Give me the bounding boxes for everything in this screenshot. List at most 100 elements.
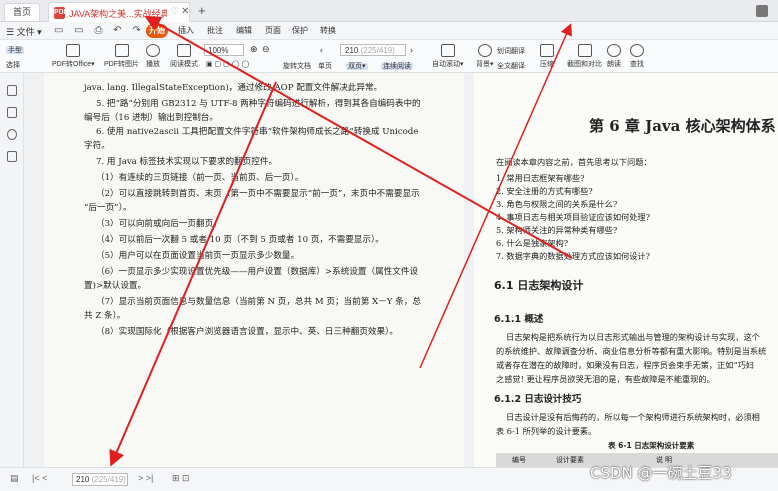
thumbnail-icon[interactable] bbox=[7, 107, 17, 118]
watermark: CSDN @一碗土豆33 bbox=[590, 464, 732, 482]
zoom-out-icon[interactable]: ⊖ bbox=[262, 44, 270, 55]
left-line: “后一页”）。 bbox=[84, 203, 132, 213]
pdf-page-left: java. lang. IllegalStateException)，通过修改 … bbox=[44, 73, 464, 467]
tab-bar: 首页 PDF JAVA架构之美...实战经典.pdf ♡ ✕ + bbox=[0, 0, 778, 22]
section-heading-6-1-2: 6.1.2 日志设计技巧 bbox=[494, 394, 582, 405]
hand-tool-label: 手型 bbox=[6, 47, 24, 54]
zoom-in-icon[interactable]: ⊕ bbox=[250, 44, 258, 55]
pdf-to-office-button[interactable]: PDF转Office▾ bbox=[52, 44, 95, 69]
left-line: 7. 用 Java 标签技术实现以下要求的翻页控件。 bbox=[96, 157, 278, 167]
background-label: 背景▾ bbox=[476, 61, 494, 68]
menu-annotate[interactable]: 批注 bbox=[207, 25, 223, 36]
double-page-button[interactable]: 双页▾ bbox=[346, 61, 368, 71]
capture-compare-label: 截图和对比 bbox=[567, 61, 602, 68]
menu-edit[interactable]: 编辑 bbox=[236, 25, 252, 36]
menu-start[interactable]: 开始 bbox=[146, 24, 168, 38]
question-item: 6. 什么是独家架构? bbox=[496, 238, 569, 248]
document-viewer[interactable]: java. lang. IllegalStateException)，通过修改 … bbox=[24, 73, 778, 467]
quick-access-toolbar[interactable]: ▭ ▭ ⎙ ↶ ↷ ▾ bbox=[54, 25, 161, 36]
question-item: 7. 数据字典的数据处理方式应该如何设计? bbox=[496, 251, 650, 261]
question-item: 2. 安全注册的方式有哪些? bbox=[496, 186, 593, 196]
compress-icon bbox=[540, 44, 554, 57]
status-page-total: (225/419) bbox=[91, 475, 126, 484]
left-line: 5. 把“路”分别用 GB2312 与 UTF-8 两种字符编码进行解析，得到其… bbox=[96, 99, 421, 109]
body-line: 日志设计是没有后悔药的，所以每一个架构师进行系统架构时，必须相 bbox=[506, 412, 760, 422]
continuous-reading-label: 连续阅读 bbox=[381, 63, 413, 70]
table-caption: 表 6-1 日志架构设计要素 bbox=[608, 441, 695, 450]
pdf-to-office-label: PDF转Office▾ bbox=[52, 61, 95, 68]
next-page-icon[interactable]: › bbox=[410, 45, 413, 55]
compress-label: 压缩 bbox=[540, 61, 554, 68]
auto-scroll-button[interactable]: 自动滚动▾ bbox=[432, 44, 464, 69]
status-next-nav[interactable]: > >| bbox=[138, 473, 153, 483]
left-line: （5）用户可以在页面设置当前页一页显示多少数量。 bbox=[96, 251, 300, 261]
left-sidebar bbox=[0, 73, 24, 467]
continuous-reading-button[interactable]: 连续阅读 bbox=[381, 61, 413, 71]
file-menu[interactable]: ☰ 文件 ▾ bbox=[6, 25, 42, 38]
body-line: 的系统维护、故障调查分析、商业信息分析等都有重大影响。特别是当系统 bbox=[496, 346, 767, 356]
prev-page-icon[interactable]: ‹ bbox=[320, 45, 323, 55]
tab-document[interactable]: PDF JAVA架构之美...实战经典.pdf ♡ ✕ bbox=[48, 2, 190, 22]
rotate-document-button[interactable]: 旋转文档 bbox=[283, 61, 311, 71]
find-label: 查找 bbox=[630, 61, 644, 68]
pdf-file-icon: PDF bbox=[54, 7, 68, 19]
translate-full-button[interactable]: 全文翻译 bbox=[497, 61, 525, 71]
tab-home[interactable]: 首页 bbox=[4, 3, 40, 21]
left-line: （6）一页显示多少实现设置优先级——用户设置（数据库）>系统设置（属性文件设 bbox=[96, 267, 419, 277]
question-item: 4. 事项日志与相关项目验证应该如何处理? bbox=[496, 212, 650, 222]
read-aloud-label: 朗读 bbox=[607, 61, 621, 68]
left-line: 编号后（16 进制）输出到控制台。 bbox=[84, 113, 218, 123]
status-page-current: 210 bbox=[76, 475, 90, 484]
annotation-icon[interactable] bbox=[7, 151, 17, 162]
window-menu-icon[interactable] bbox=[756, 5, 768, 17]
attachment-icon[interactable] bbox=[7, 129, 17, 140]
single-page-button[interactable]: 单页 bbox=[318, 61, 332, 71]
status-prev-nav[interactable]: |< < bbox=[32, 473, 47, 483]
menu-protect[interactable]: 保护 bbox=[292, 25, 308, 36]
ribbon-toolbar: 手型 选择 PDF转Office▾ PDF转图片 播放 阅读模式 100% ⊕ … bbox=[0, 40, 778, 73]
find-button[interactable]: 查找 bbox=[630, 44, 644, 69]
read-mode-button[interactable]: 阅读模式 bbox=[170, 44, 198, 69]
left-line: （4）可以前后一次翻 5 或者 10 页（不到 5 页或者 10 页，不需要显示… bbox=[96, 235, 384, 245]
pdf-to-office-icon bbox=[66, 44, 81, 57]
capture-compare-button[interactable]: 截图和对比 bbox=[567, 44, 602, 69]
play-label: 播放 bbox=[146, 61, 160, 68]
menu-page[interactable]: 页面 bbox=[265, 25, 281, 36]
page-number-input[interactable]: 210 (225/419) bbox=[340, 44, 406, 56]
background-button[interactable]: 背景▾ bbox=[476, 44, 494, 69]
play-button[interactable]: 播放 bbox=[146, 44, 160, 69]
left-line: java. lang. IllegalStateException)，通过修改 … bbox=[84, 83, 383, 93]
status-page-input[interactable]: 210 (225/419) bbox=[72, 473, 128, 486]
section-heading-6-1: 6.1 日志架构设计 bbox=[494, 279, 584, 292]
body-line: 或者存在潜在的故障时，如果没有日志，程序员会束手无策，正如“巧妇 bbox=[496, 360, 754, 370]
compress-button[interactable]: 压缩 bbox=[540, 44, 554, 69]
left-line: 置)>默认设置。 bbox=[84, 281, 147, 291]
select-tool-button[interactable]: 选择 bbox=[6, 60, 20, 70]
hand-tool-button[interactable]: 手型 bbox=[6, 45, 24, 55]
pdf-to-image-button[interactable]: PDF转图片 bbox=[104, 44, 139, 69]
read-aloud-button[interactable]: 朗读 bbox=[607, 44, 621, 69]
new-tab-button[interactable]: + bbox=[198, 3, 206, 18]
body-line: 日志架构是把系统行为以日志形式输出与管理的架构设计与实现，这个 bbox=[506, 332, 760, 342]
table-header-cell: 设计要素 bbox=[556, 457, 584, 464]
translate-word-button[interactable]: 划词翻译 bbox=[497, 46, 525, 56]
pin-icon[interactable]: ♡ bbox=[171, 6, 179, 17]
pdf-to-image-icon bbox=[114, 44, 129, 57]
table-header-cell: 编号 bbox=[512, 457, 526, 464]
sidebar-toggle-icon[interactable]: ▤ bbox=[10, 473, 19, 484]
menu-insert[interactable]: 插入 bbox=[178, 25, 194, 36]
view-mode-icons[interactable]: ▣ ▢ ▢ ◯ ◯ bbox=[206, 60, 249, 68]
play-icon bbox=[146, 44, 160, 57]
page-number-total: (225/419) bbox=[360, 46, 395, 55]
intro-line: 在阅读本章内容之前，首先思考以下问题： bbox=[496, 157, 652, 167]
close-tab-icon[interactable]: ✕ bbox=[181, 6, 189, 17]
tab-document-title: JAVA架构之美...实战经典.pdf bbox=[69, 9, 167, 19]
menu-convert[interactable]: 转换 bbox=[320, 25, 336, 36]
bookmark-icon[interactable] bbox=[7, 85, 17, 96]
read-mode-label: 阅读模式 bbox=[170, 61, 198, 68]
double-page-label: 双页▾ bbox=[346, 63, 368, 70]
menu-bar: ☰ 文件 ▾ ▭ ▭ ⎙ ↶ ↷ ▾ 开始 插入 批注 编辑 页面 保护 转换 bbox=[0, 22, 778, 40]
zoom-select[interactable]: 100% bbox=[204, 44, 244, 56]
left-line: （2）可以直接跳转到首页、末页（第一页中不需要显示“前一页”，末页中不需要显示 bbox=[96, 189, 420, 199]
status-fit-icon[interactable]: ⊞ ⊡ bbox=[172, 473, 190, 484]
